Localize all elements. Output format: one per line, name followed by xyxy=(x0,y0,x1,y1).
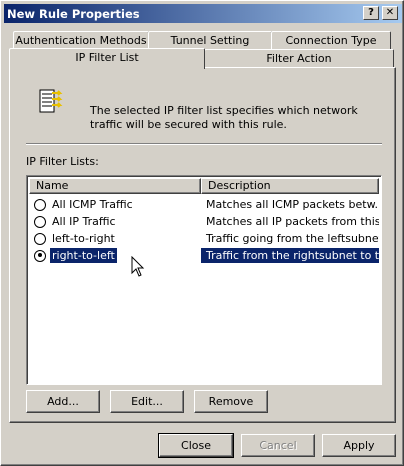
tab-connection-type[interactable]: Connection Type xyxy=(271,31,391,51)
ip-filter-listview[interactable]: Name Description All ICMP Traffic Matche… xyxy=(26,175,382,385)
radio-button-selected[interactable] xyxy=(34,249,46,262)
list-item-name: right-to-left xyxy=(50,248,117,263)
separator xyxy=(26,143,382,145)
remove-button[interactable]: Remove xyxy=(194,390,268,413)
title-bar[interactable]: New Rule Properties ? ✕ xyxy=(4,4,402,23)
list-item[interactable]: All ICMP Traffic Matches all ICMP packet… xyxy=(29,196,379,213)
list-item-name: All ICMP Traffic xyxy=(52,198,133,211)
list-item-description: Traffic going from the leftsubnet ... xyxy=(206,232,379,245)
close-window-button[interactable]: ✕ xyxy=(382,6,398,20)
window-title: New Rule Properties xyxy=(7,6,140,21)
listview-header: Name Description xyxy=(29,178,379,194)
radio-button[interactable] xyxy=(34,232,46,245)
tab-filter-action[interactable]: Filter Action xyxy=(204,49,394,69)
ip-filter-lists-label: IP Filter Lists: xyxy=(26,155,99,168)
list-item-name: left-to-right xyxy=(52,232,115,245)
mouse-pointer-icon xyxy=(131,256,145,277)
list-item-description: Matches all IP packets from this ... xyxy=(206,215,379,228)
list-item[interactable]: left-to-right Traffic going from the lef… xyxy=(29,230,379,247)
dialog-window: New Rule Properties ? ✕ Authentication M… xyxy=(0,0,404,466)
tab-ip-filter-list[interactable]: IP Filter List xyxy=(9,48,205,69)
edit-button[interactable]: Edit... xyxy=(110,390,184,413)
list-item-name: All IP Traffic xyxy=(52,215,116,228)
close-button[interactable]: Close xyxy=(158,433,234,458)
filter-list-icon xyxy=(39,89,63,113)
description-text: The selected IP filter list specifies wh… xyxy=(90,104,358,131)
radio-button[interactable] xyxy=(34,215,46,228)
list-item-selected[interactable]: right-to-left Traffic from the rightsubn… xyxy=(29,247,379,264)
list-item-description: Traffic from the rightsubnet to th... xyxy=(201,248,379,263)
column-header-name[interactable]: Name xyxy=(29,178,201,194)
list-item[interactable]: All IP Traffic Matches all IP packets fr… xyxy=(29,213,379,230)
help-button[interactable]: ? xyxy=(363,6,379,20)
column-header-description[interactable]: Description xyxy=(201,178,379,194)
apply-button[interactable]: Apply xyxy=(322,434,396,457)
ip-filter-list-panel: The selected IP filter list specifies wh… xyxy=(9,67,396,423)
add-button[interactable]: Add... xyxy=(26,390,100,413)
radio-button[interactable] xyxy=(34,198,46,211)
list-item-description: Matches all ICMP packets betw... xyxy=(206,198,379,211)
cancel-button[interactable]: Cancel xyxy=(241,434,315,457)
